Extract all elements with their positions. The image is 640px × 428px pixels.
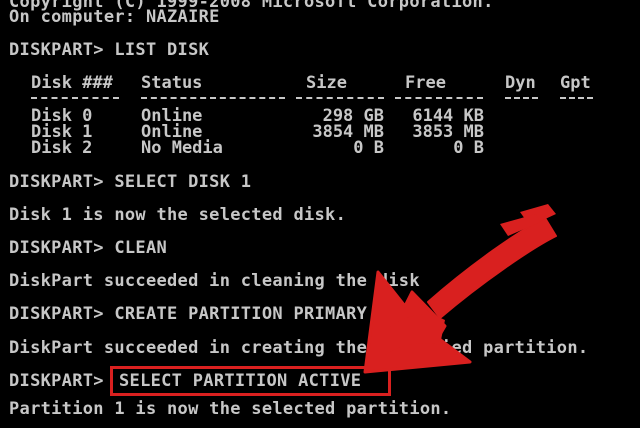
col-header-status: Status (141, 73, 203, 93)
computer-name-line: On computer: NAZAIRE (9, 7, 220, 27)
col-header-gpt: Gpt (560, 73, 591, 93)
separator-size (296, 97, 384, 101)
command-clean: DISKPART> CLEAN (9, 238, 168, 258)
table-row-status: No Media (141, 138, 223, 158)
command-select-disk: DISKPART> SELECT DISK 1 (9, 172, 252, 192)
separator-disk (31, 97, 119, 101)
command-list-disk: DISKPART> LIST DISK (9, 40, 210, 60)
separator-gpt (560, 97, 593, 101)
col-header-disk: Disk ### (31, 73, 113, 93)
command-create-partition: DISKPART> CREATE PARTITION PRIMARY (9, 304, 368, 324)
separator-dyn (505, 97, 538, 101)
table-row-size: 0 B (353, 138, 384, 158)
output-create-partition: DiskPart succeeded in creating the speci… (9, 338, 589, 358)
col-header-free: Free (405, 73, 446, 93)
arrow-streak (520, 204, 556, 226)
col-header-size: Size (306, 73, 347, 93)
table-row-disk: Disk 2 (31, 138, 93, 158)
table-row-free: 0 B (453, 138, 484, 158)
arrow-shaft (427, 217, 557, 319)
output-clean: DiskPart succeeded in cleaning the disk (9, 271, 420, 291)
separator-free (395, 97, 483, 101)
command-prompt-window[interactable]: Copyright (C) 1999-2008 Microsoft Corpor… (0, 0, 640, 428)
command-prompt-label: DISKPART> (9, 371, 104, 391)
separator-status (141, 97, 285, 101)
red-highlight-box (110, 366, 391, 396)
output-select-disk: Disk 1 is now the selected disk. (9, 205, 347, 225)
col-header-dyn: Dyn (505, 73, 536, 93)
output-select-partition: Partition 1 is now the selected partitio… (9, 399, 452, 419)
arrow-streak (500, 214, 540, 236)
